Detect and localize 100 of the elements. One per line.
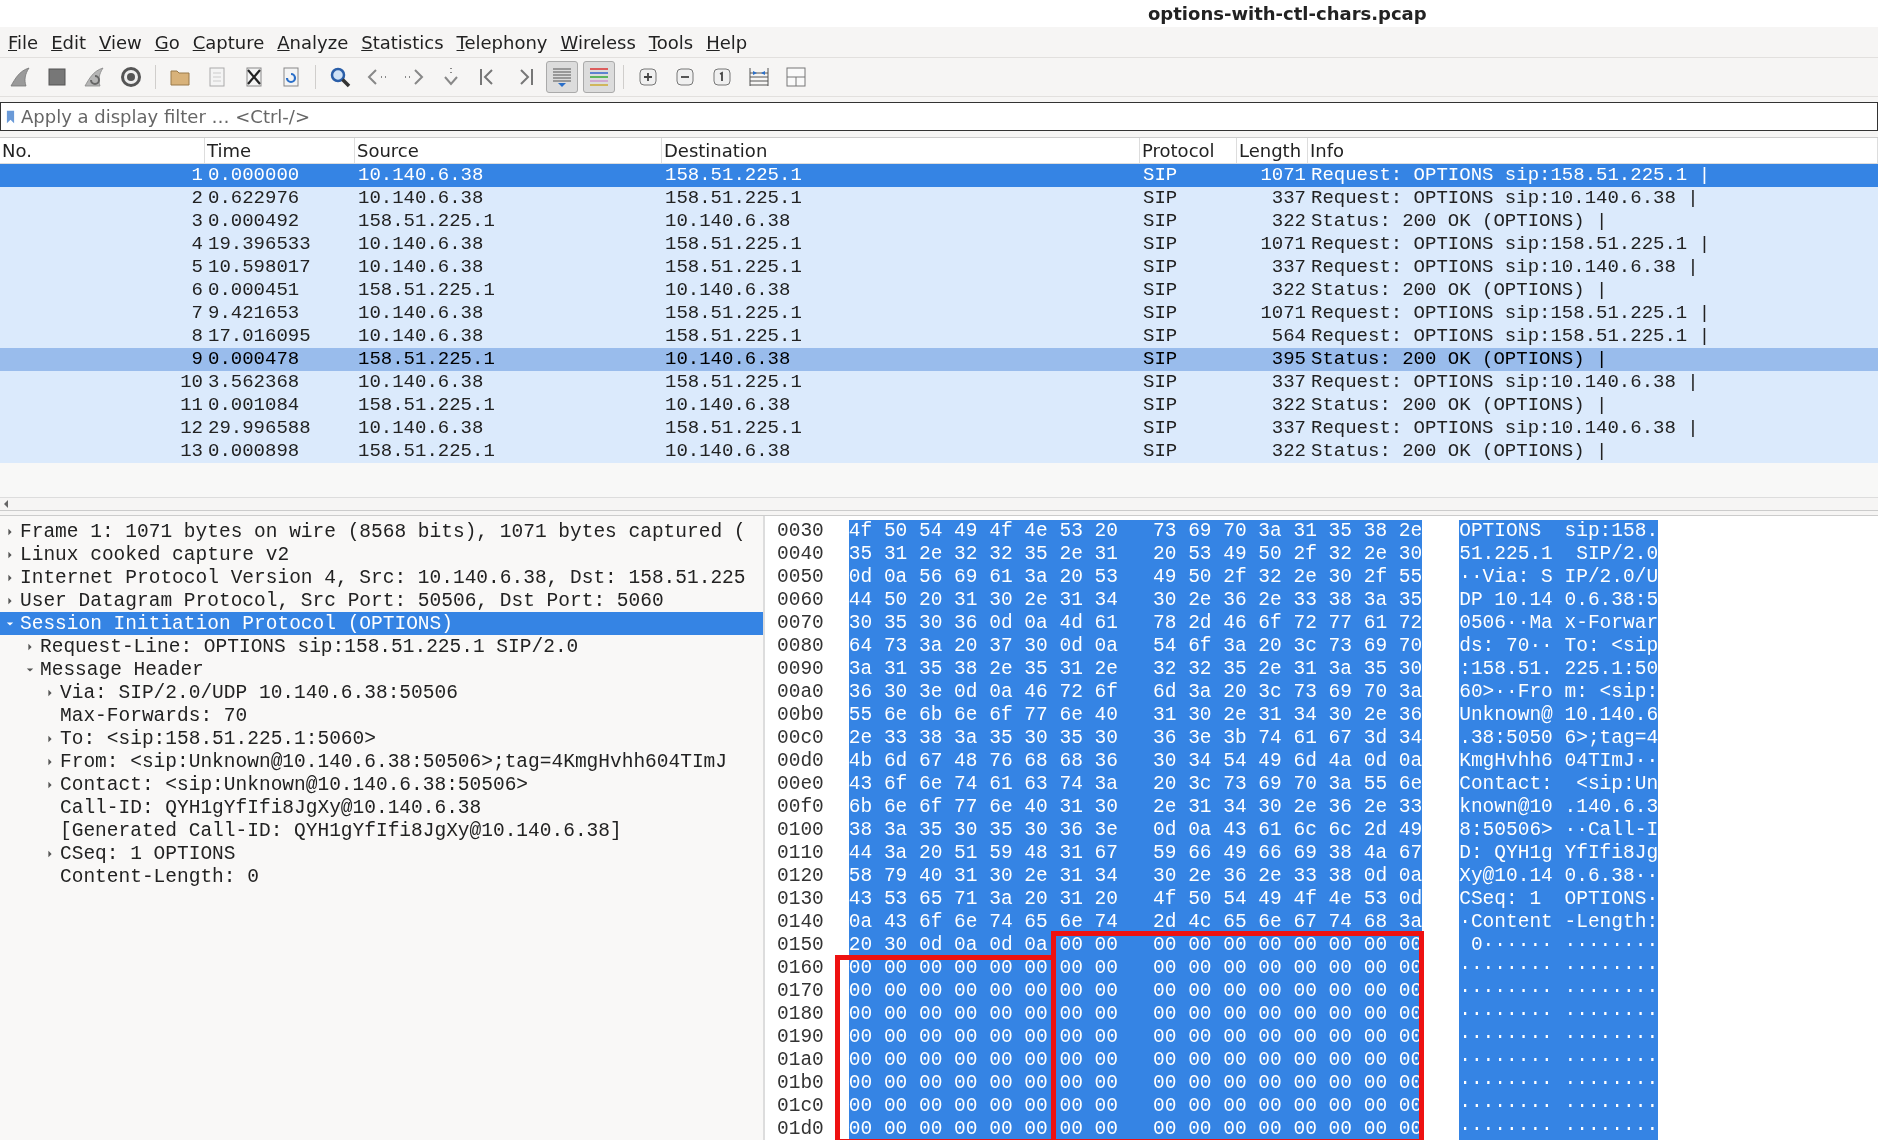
ascii-text[interactable]: ·Content -Length:	[1459, 911, 1659, 934]
hex-bytes[interactable]: 44 3a 20 51 59 48 31 67 59 66 49 66 69 38 4a 67	[848, 842, 1423, 865]
hex-bytes[interactable]: 64 73 3a 20 37 30 0d 0a 54 6f 3a 20 3c 73 69 70	[848, 635, 1423, 658]
tree-item[interactable]: Max-Forwards: 70	[0, 704, 763, 727]
menu-item[interactable]: Telephony	[450, 31, 555, 53]
expanded-arrow-icon[interactable]	[26, 665, 34, 674]
hex-bytes[interactable]: 3a 31 35 38 2e 35 31 2e 32 32 35 2e 31 3a 35 30	[848, 658, 1423, 681]
ascii-text[interactable]: 0506··Ma x-Forwar	[1459, 612, 1659, 635]
packet-row[interactable]: 6 0.000451 158.51.225.1 10.140.6.38 SIP 322 Status: 200 OK (OPTIONS) |	[0, 279, 1878, 302]
ascii-text[interactable]: ········ ········	[1459, 1026, 1659, 1049]
menu-item[interactable]: Analyze	[271, 31, 356, 53]
collapsed-arrow-icon[interactable]	[6, 573, 14, 582]
hex-bytes[interactable]: 6b 6e 6f 77 6e 40 31 30 2e 31 34 30 2e 36 2e 33	[848, 796, 1423, 819]
collapsed-arrow-icon[interactable]	[46, 757, 54, 766]
hex-bytes[interactable]: 43 6f 6e 74 61 63 74 3a 20 3c 73 69 70 3a 55 6e	[848, 773, 1423, 796]
ascii-text[interactable]: CSeq: 1 OPTIONS·	[1459, 888, 1659, 911]
filter-field[interactable]: Apply a display filter … <Ctrl-/>	[0, 102, 1878, 131]
hex-bytes[interactable]: 36 30 3e 0d 0a 46 72 6f 6d 3a 20 3c 73 69 70 3a	[848, 681, 1423, 704]
packet-row[interactable]: 11 0.001084 158.51.225.1 10.140.6.38 SIP 322 Status: 200 OK (OPTIONS) |	[0, 394, 1878, 417]
hex-bytes[interactable]: 58 79 40 31 30 2e 31 34 30 2e 36 2e 33 38 0d 0a	[848, 865, 1423, 888]
tree-item[interactable]: Internet Protocol Version 4, Src: 10.140.6.38, Dst: 158.51.225	[0, 566, 763, 589]
ascii-text[interactable]: 60>··Fro m: <sip:	[1459, 681, 1659, 704]
collapsed-arrow-icon[interactable]	[46, 849, 54, 858]
tree-item[interactable]: To: <sip:158.51.225.1:5060>	[0, 727, 763, 750]
menu-item[interactable]: Wireless	[554, 31, 643, 53]
ascii-text[interactable]: ········ ········	[1459, 1118, 1659, 1140]
collapsed-arrow-icon[interactable]	[46, 734, 54, 743]
hex-bytes[interactable]: 44 50 20 31 30 2e 31 34 30 2e 36 2e 33 38 3a 35	[848, 589, 1423, 612]
collapsed-arrow-icon[interactable]	[6, 527, 14, 536]
menu-item[interactable]: Edit	[45, 31, 93, 53]
packet-row[interactable]: 8 17.016095 10.140.6.38 158.51.225.1 SIP 564 Request: OPTIONS sip:158.51.225.1 |	[0, 325, 1878, 348]
menu-item[interactable]: Help	[700, 31, 755, 53]
ascii-text[interactable]: 51.225.1 SIP/2.0	[1459, 543, 1659, 566]
packet-row[interactable]: 9 0.000478 158.51.225.1 10.140.6.38 SIP 395 Status: 200 OK (OPTIONS) |	[0, 348, 1878, 371]
tree-item[interactable]: Session Initiation Protocol (OPTIONS)	[0, 612, 763, 635]
packet-row[interactable]: 13 0.000898 158.51.225.1 10.140.6.38 SIP 322 Status: 200 OK (OPTIONS) |	[0, 440, 1878, 463]
ascii-text[interactable]: D: QYH1g YfIfi8Jg	[1459, 842, 1659, 865]
tree-item[interactable]: CSeq: 1 OPTIONS	[0, 842, 763, 865]
ascii-text[interactable]: KmgHvhh6 04TImJ··	[1459, 750, 1659, 773]
tree-item[interactable]: User Datagram Protocol, Src Port: 50506, Dst Port: 5060	[0, 589, 763, 612]
collapsed-arrow-icon[interactable]	[46, 688, 54, 697]
tree-item[interactable]: Message Header	[0, 658, 763, 681]
collapsed-arrow-icon[interactable]	[6, 596, 14, 605]
menu-item[interactable]: View	[93, 31, 149, 53]
hex-bytes[interactable]: 55 6e 6b 6e 6f 77 6e 40 31 30 2e 31 34 30 2e 36	[848, 704, 1423, 727]
tree-item[interactable]: From: <sip:Unknown@10.140.6.38:50506>;tag=4KmgHvhh604TImJ	[0, 750, 763, 773]
ascii-text[interactable]: .38:5050 6>;tag=4	[1459, 727, 1659, 750]
ascii-text[interactable]: ··Via: S IP/2.0/U	[1459, 566, 1659, 589]
hex-bytes[interactable]: 4f 50 54 49 4f 4e 53 20 73 69 70 3a 31 35 38 2e	[848, 520, 1423, 543]
menu-item[interactable]: Tools	[642, 31, 701, 53]
packet-row[interactable]: 4 19.396533 10.140.6.38 158.51.225.1 SIP 1071 Request: OPTIONS sip:158.51.225.1 |	[0, 233, 1878, 256]
column-header[interactable]: Info	[1308, 138, 1878, 163]
ascii-text[interactable]: Xy@10.14 0.6.38··	[1459, 865, 1659, 888]
filter-input[interactable]: Apply a display filter … <Ctrl-/>	[21, 106, 1877, 127]
column-header[interactable]: No.	[0, 138, 205, 163]
bookmark-icon[interactable]	[6, 108, 15, 125]
packet-row[interactable]: 3 0.000492 158.51.225.1 10.140.6.38 SIP 322 Status: 200 OK (OPTIONS) |	[0, 210, 1878, 233]
column-header[interactable]: Protocol	[1140, 138, 1237, 163]
tree-item[interactable]: Via: SIP/2.0/UDP 10.140.6.38:50506	[0, 681, 763, 704]
ascii-text[interactable]: OPTIONS sip:158.	[1459, 520, 1659, 543]
packet-row[interactable]: 1 0.000000 10.140.6.38 158.51.225.1 SIP 1071 Request: OPTIONS sip:158.51.225.1 |	[0, 164, 1878, 187]
expanded-arrow-icon[interactable]	[6, 619, 14, 628]
collapsed-arrow-icon[interactable]	[46, 780, 54, 789]
ascii-text[interactable]: ········ ········	[1459, 1003, 1659, 1026]
packet-row[interactable]: 5 10.598017 10.140.6.38 158.51.225.1 SIP 337 Request: OPTIONS sip:10.140.6.38 |	[0, 256, 1878, 279]
packet-row[interactable]: 7 9.421653 10.140.6.38 158.51.225.1 SIP 1071 Request: OPTIONS sip:158.51.225.1 |	[0, 302, 1878, 325]
packet-row[interactable]: 12 29.996588 10.140.6.38 158.51.225.1 SIP 337 Request: OPTIONS sip:10.140.6.38 |	[0, 417, 1878, 440]
left-arrow-icon[interactable]	[3, 500, 9, 508]
hex-bytes[interactable]: 38 3a 35 30 35 30 36 3e 0d 0a 43 61 6c 6c 2d 49	[848, 819, 1423, 842]
hex-bytes[interactable]: 35 31 2e 32 32 35 2e 31 20 53 49 50 2f 32 2e 30	[848, 543, 1423, 566]
ascii-text[interactable]: ········ ········	[1459, 957, 1659, 980]
menu-item[interactable]: Go	[148, 31, 187, 53]
ascii-text[interactable]: DP 10.14 0.6.38:5	[1459, 589, 1659, 612]
hex-bytes[interactable]: 0d 0a 56 69 61 3a 20 53 49 50 2f 32 2e 30 2f 55	[848, 566, 1423, 589]
collapsed-arrow-icon[interactable]	[26, 642, 34, 651]
column-header[interactable]: Destination	[662, 138, 1140, 163]
hex-bytes[interactable]: 43 53 65 71 3a 20 31 20 4f 50 54 49 4f 4e 53 0d	[848, 888, 1423, 911]
collapsed-arrow-icon[interactable]	[6, 550, 14, 559]
menu-item[interactable]: File	[2, 31, 46, 53]
tree-item[interactable]: Content-Length: 0	[0, 865, 763, 888]
ascii-text[interactable]: ········ ········	[1459, 980, 1659, 1003]
ascii-text[interactable]: ds: 70·· To: <sip	[1459, 635, 1659, 658]
packet-row[interactable]: 2 0.622976 10.140.6.38 158.51.225.1 SIP 337 Request: OPTIONS sip:10.140.6.38 |	[0, 187, 1878, 210]
tree-item[interactable]: Linux cooked capture v2	[0, 543, 763, 566]
hex-bytes[interactable]: 30 35 30 36 0d 0a 4d 61 78 2d 46 6f 72 77 61 72	[848, 612, 1423, 635]
tree-item[interactable]: Frame 1: 1071 bytes on wire (8568 bits), 1071 bytes captured (	[0, 520, 763, 543]
ascii-text[interactable]: ········ ········	[1459, 1049, 1659, 1072]
ascii-text[interactable]: Unknown@ 10.140.6	[1459, 704, 1659, 727]
horizontal-scrollbar[interactable]	[0, 497, 1878, 511]
ascii-text[interactable]: 0······ ········	[1459, 934, 1659, 957]
menu-item[interactable]: Capture	[186, 31, 272, 53]
column-header[interactable]: Source	[355, 138, 662, 163]
menu-item[interactable]: Statistics	[355, 31, 451, 53]
ascii-text[interactable]: 8:50506> ··Call-I	[1459, 819, 1659, 842]
column-header[interactable]: Time	[205, 138, 355, 163]
hex-bytes[interactable]: 2e 33 38 3a 35 30 35 30 36 3e 3b 74 61 67 3d 34	[848, 727, 1423, 750]
tree-item[interactable]: Call-ID: QYH1gYfIfi8JgXy@10.140.6.38	[0, 796, 763, 819]
tree-item[interactable]: [Generated Call-ID: QYH1gYfIfi8JgXy@10.140.6.38]	[0, 819, 763, 842]
packet-row[interactable]: 10 3.562368 10.140.6.38 158.51.225.1 SIP 337 Request: OPTIONS sip:10.140.6.38 |	[0, 371, 1878, 394]
ascii-text[interactable]: :158.51. 225.1:50	[1459, 658, 1659, 681]
